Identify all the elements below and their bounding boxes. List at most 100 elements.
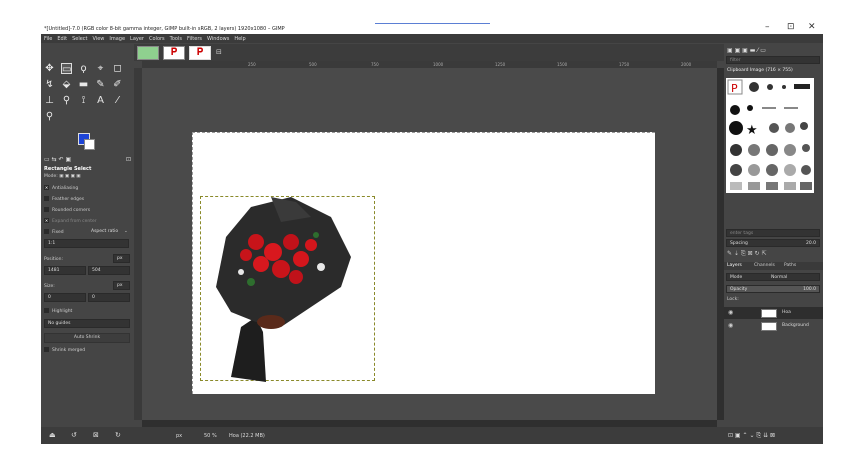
expand-option[interactable]: ✕ Expand from center: [44, 218, 97, 224]
guides-select[interactable]: No guides: [44, 319, 130, 328]
menu-windows[interactable]: Windows: [207, 36, 229, 42]
size-w-field[interactable]: 0: [44, 293, 86, 302]
save-options-icon[interactable]: ⏏: [49, 431, 56, 439]
delete-options-icon[interactable]: ⊠: [93, 431, 99, 439]
tab-channels[interactable]: Channels: [754, 263, 775, 268]
eye-icon[interactable]: ◉: [728, 309, 733, 316]
restore-options-icon[interactable]: ↺: [71, 431, 77, 439]
fixed-option[interactable]: Fixed Aspect ratio ⌄: [44, 229, 132, 235]
menu-help[interactable]: Help: [234, 36, 245, 42]
close-button[interactable]: ✕: [808, 22, 816, 32]
tab-menu-icon[interactable]: ⊟: [216, 48, 222, 56]
expand-label: Expand from center: [52, 219, 97, 224]
aspect-ratio-select[interactable]: Aspect ratio: [91, 229, 118, 234]
ratio-field[interactable]: 1:1: [44, 239, 129, 248]
menu-layer[interactable]: Layer: [130, 36, 144, 42]
menu-colors[interactable]: Colors: [149, 36, 165, 42]
layer-boundary: [200, 196, 375, 382]
feather-checkbox[interactable]: [44, 196, 49, 201]
background-color[interactable]: [84, 139, 95, 150]
ruler-mark: 250: [248, 62, 256, 67]
canvas-area[interactable]: [142, 68, 717, 420]
fixed-checkbox[interactable]: [44, 229, 49, 234]
position-unit[interactable]: px: [113, 254, 130, 263]
layer-row-background[interactable]: ◉ Background: [724, 320, 823, 332]
image-page[interactable]: [192, 132, 655, 394]
vertical-scrollbar[interactable]: [717, 68, 724, 420]
crop-tool-icon[interactable]: ⌖: [95, 63, 106, 74]
maximize-button[interactable]: ⊡: [787, 22, 795, 32]
mode-select[interactable]: Mode Normal: [726, 273, 820, 281]
highlight-option[interactable]: Highlight: [44, 308, 72, 314]
move-tool-icon[interactable]: ✥: [44, 63, 55, 74]
rounded-checkbox[interactable]: [44, 207, 49, 212]
smudge-tool-icon[interactable]: ⚲: [61, 95, 72, 106]
tags-placeholder: enter tags: [730, 231, 754, 236]
feather-label: Feather edges: [52, 197, 85, 202]
clone-tool-icon[interactable]: ⊥: [44, 95, 55, 106]
ruler-mark: 750: [371, 62, 379, 67]
shrink-merged-checkbox[interactable]: [44, 347, 49, 352]
tab-paths[interactable]: Paths: [784, 263, 796, 268]
filter-field[interactable]: filter: [726, 56, 820, 64]
layer-row-hoa[interactable]: ◉ Hoa: [724, 307, 823, 319]
brush-grid[interactable]: P ★: [726, 78, 814, 193]
menu-image[interactable]: Image: [109, 36, 125, 42]
antialiasing-label: Antialiasing: [52, 186, 79, 191]
ruler-mark: 1000: [433, 62, 444, 67]
bucket-fill-icon[interactable]: ⬙: [61, 79, 72, 90]
image-tab-3[interactable]: 𝐏: [189, 46, 211, 60]
tool-options-tab-icon[interactable]: ▭ ⇆ ↶ ▣: [44, 156, 71, 163]
menu-tools[interactable]: Tools: [170, 36, 182, 42]
antialiasing-checkbox[interactable]: ✕: [44, 185, 49, 190]
tags-field[interactable]: enter tags: [726, 229, 820, 237]
brush-tabs-icon[interactable]: ▣ ▣ ▣ ▬ ⁄ ▭: [727, 47, 766, 54]
opacity-value: 100.0: [803, 287, 816, 292]
antialiasing-option[interactable]: ✕ Antialiasing: [44, 185, 78, 191]
configure-tab-icon[interactable]: ⊡: [126, 156, 131, 163]
size-h-field[interactable]: 0: [88, 293, 130, 302]
reset-options-icon[interactable]: ↻: [115, 431, 121, 439]
unit-select[interactable]: px: [176, 433, 182, 439]
warp-tool-icon[interactable]: ↯: [44, 79, 55, 90]
ruler-mark: 1250: [495, 62, 506, 67]
image-tab-1[interactable]: [137, 46, 159, 60]
eye-icon[interactable]: ◉: [728, 322, 733, 329]
layers-bottom-bar[interactable]: ⊡ ▣ ⌃ ⌄ ⎘ ⇊ ⊠: [724, 427, 823, 444]
position-y-field[interactable]: 504: [88, 266, 130, 275]
highlight-checkbox[interactable]: [44, 308, 49, 313]
menu-select[interactable]: Select: [72, 36, 87, 42]
auto-shrink-button[interactable]: Auto Shrink: [44, 333, 130, 343]
spacing-field[interactable]: Spacing 20.0: [726, 239, 820, 247]
menu-view[interactable]: View: [93, 36, 105, 42]
menu-filters[interactable]: Filters: [187, 36, 202, 42]
minimize-button[interactable]: –: [765, 22, 770, 32]
feather-option[interactable]: Feather edges: [44, 196, 84, 202]
mode-buttons[interactable]: ▣ ▣ ▣ ▣: [59, 174, 80, 179]
window-title: *[Untitled]-7.0 (RGB color 8-bit gamma i…: [44, 26, 285, 32]
lasso-tool-icon[interactable]: ϙ: [78, 63, 89, 74]
zoom-tool-icon[interactable]: ⚲: [44, 111, 55, 122]
expand-checkbox[interactable]: ✕: [44, 218, 49, 223]
tab-layers[interactable]: Layers: [727, 263, 742, 268]
size-unit[interactable]: px: [113, 281, 130, 290]
image-tabs: 𝐏 𝐏 ⊟: [134, 44, 724, 61]
zoom-select[interactable]: 50 %: [204, 433, 217, 439]
rect-select-tool-icon[interactable]: ▭: [61, 63, 72, 75]
opacity-field[interactable]: Opacity 100.0: [726, 285, 820, 293]
gradient-tool-icon[interactable]: ▬: [78, 79, 89, 90]
horizontal-scrollbar[interactable]: [142, 420, 717, 427]
brush-actions-icons[interactable]: ✎ ⇣ ⎘ ⊠ ↻ ⇱: [727, 250, 766, 258]
shrink-merged-option[interactable]: Shrink merged: [44, 347, 85, 353]
text-tool-icon[interactable]: A: [95, 95, 106, 106]
image-tab-2[interactable]: 𝐏: [163, 46, 185, 60]
menu-file[interactable]: File: [44, 36, 52, 42]
eraser-tool-icon[interactable]: ✐: [112, 79, 123, 90]
rounded-option[interactable]: Rounded corners: [44, 207, 90, 213]
position-x-field[interactable]: 1481: [44, 266, 86, 275]
menu-edit[interactable]: Edit: [57, 36, 67, 42]
paths-tool-icon[interactable]: ⟟: [78, 95, 89, 106]
color-picker-icon[interactable]: ⁄: [112, 95, 123, 106]
unified-transform-icon[interactable]: ◻: [112, 63, 123, 74]
paintbrush-tool-icon[interactable]: ✎: [95, 79, 106, 90]
